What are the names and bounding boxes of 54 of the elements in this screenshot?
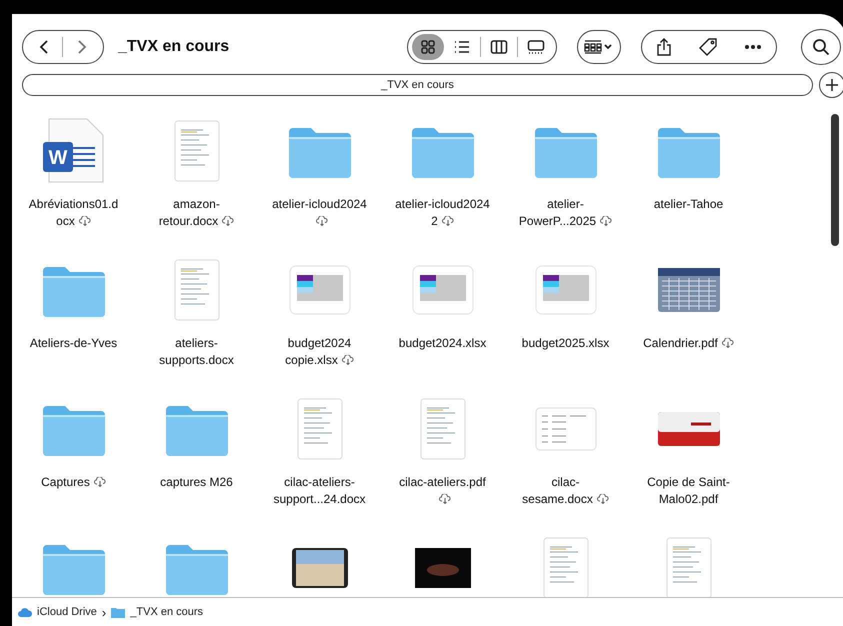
file-name: budget2024.xlsx [398,336,486,350]
cloud-icon [18,608,32,616]
more-icon [744,44,762,50]
search-button[interactable] [801,29,841,65]
path-field[interactable]: _TVX en cours [22,74,813,96]
grouped-grid-icon [584,39,614,55]
tag-icon [698,37,718,57]
file-name: ateliers-supports.docx [159,336,234,367]
file-name: cilac-ateliers.pdf [399,475,486,489]
file-name: Captures [41,475,90,489]
file-name: budget2025.xlsx [522,336,610,350]
file-name: captures M26 [160,475,233,489]
document-thumbnail-icon[interactable] [174,120,220,182]
share-icon [656,37,672,57]
spreadsheet-thumbnail-icon[interactable] [534,265,596,315]
file-name: Copie de Saint-Malo02.pdf [647,475,730,506]
document-thumbnail-icon[interactable] [174,259,220,321]
file-name: Calendrier.pdf [643,336,718,350]
file-name: amazon-retour.docx [158,197,220,228]
search-icon [812,38,830,56]
spreadsheet-thumbnail-icon[interactable] [288,265,350,315]
file-name: cilac-sesame.docx [522,475,593,506]
columns-view-icon [490,39,508,55]
document-thumbnail-icon[interactable] [296,398,342,460]
file-name: atelier-icloud2024 2 [395,197,490,228]
calendar-thumbnail-icon[interactable] [656,267,720,313]
grid-view-button[interactable] [412,34,444,60]
path-item[interactable]: iCloud Drive [37,606,97,618]
gallery-view-icon [527,39,545,55]
scrollbar[interactable] [831,114,839,246]
file-name: atelier-icloud2024 [272,197,367,211]
spreadsheet-thumbnail-icon[interactable] [412,265,474,315]
folder-icon [111,606,126,618]
window-title: _TVX en cours [118,38,230,56]
file-name: atelier-PowerP...2025 [518,197,596,228]
path-separator: › [102,604,106,620]
path-item[interactable]: _TVX en cours [130,606,204,618]
document-thumbnail-icon[interactable] [666,537,712,597]
file-name: atelier-Tahoe [654,197,724,211]
chevron-left-icon [38,39,50,55]
chevron-right-icon [76,39,88,55]
plus-icon [825,78,839,92]
file-name: cilac-ateliers-support...24.docx [273,475,366,506]
list-view-icon [453,39,471,55]
add-button[interactable] [819,72,843,98]
file-name: budget2024 copie.xlsx [285,336,352,367]
document-thumbnail-icon[interactable] [534,407,596,451]
document-thumbnail-icon[interactable] [420,398,466,460]
document-thumbnail-icon[interactable] [542,537,588,597]
grid-view-icon [419,39,437,55]
file-name: Abréviations01.docx [28,197,118,228]
group-by-button[interactable] [577,30,621,64]
photo-placeholder[interactable] [292,548,348,588]
file-name: Ateliers-de-Yves [30,336,118,350]
